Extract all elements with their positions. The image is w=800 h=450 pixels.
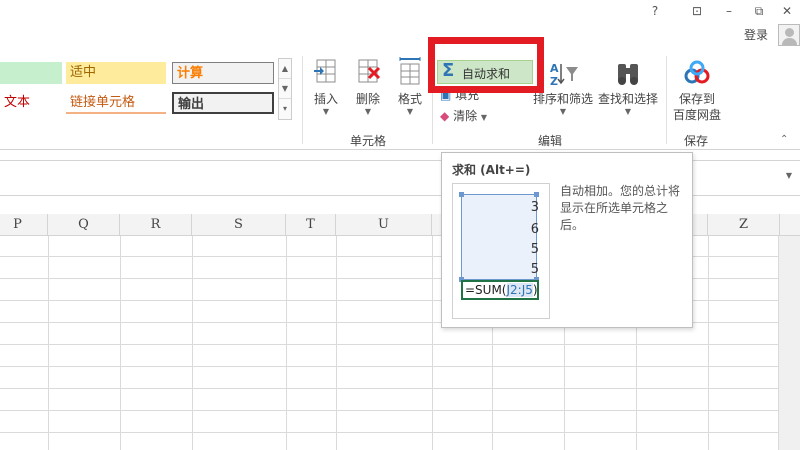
insert-cells-icon <box>314 59 336 83</box>
grid-line <box>120 236 121 450</box>
tooltip-title: 求和 (Alt+=) <box>452 163 531 177</box>
chevron-down-icon: ▼ <box>322 107 330 116</box>
style-linked-cell[interactable]: 链接单元格 <box>66 92 166 114</box>
sort-filter-icon: A Z <box>550 62 578 88</box>
collapse-ribbon-icon[interactable]: ⌃ <box>780 134 788 145</box>
save-to-baidu-label-line2: 百度网盘 <box>672 108 721 122</box>
column-header[interactable]: U <box>336 214 432 236</box>
grid-line <box>48 236 49 450</box>
baidu-cloud-icon <box>684 60 710 84</box>
group-divider <box>302 56 303 144</box>
title-bar: ? ⊡ – ⧉ ✕ <box>0 0 800 24</box>
tooltip-description: 自动相加。您的总计将显示在所选单元格之后。 <box>560 184 681 232</box>
expand-formula-bar-icon[interactable]: ▼ <box>786 171 792 180</box>
restore-button[interactable]: ⧉ <box>748 2 770 20</box>
clear-label: 清除 <box>453 109 478 123</box>
column-header[interactable]: P <box>0 214 48 236</box>
grid-line <box>192 236 193 450</box>
autosum-tooltip: 求和 (Alt+=) 自动相加。您的总计将显示在所选单元格之后。 3 6 5 5… <box>441 152 693 328</box>
column-header[interactable]: Z <box>708 214 780 236</box>
grid-line <box>708 236 709 450</box>
login-link[interactable]: 登录 <box>744 26 768 43</box>
formula-prefix: =SUM( <box>465 283 507 297</box>
preview-value: 6 <box>530 222 539 237</box>
help-button[interactable]: ? <box>644 2 666 20</box>
format-button[interactable]: 格式 ▼ <box>392 56 428 117</box>
column-header[interactable]: Q <box>48 214 120 236</box>
close-button[interactable]: ✕ <box>776 2 798 20</box>
preview-value: 5 <box>530 242 539 257</box>
svg-text:A: A <box>550 62 559 75</box>
grid-line <box>0 366 800 367</box>
excel-window: ? ⊡ – ⧉ ✕ 登录 适中 计算 文本 链接单元格 输出 ▲ ▼ ▾ 插入 … <box>0 0 800 450</box>
column-header[interactable]: T <box>286 214 336 236</box>
column-header[interactable]: S <box>192 214 286 236</box>
style-neutral[interactable]: 适中 <box>66 62 166 84</box>
find-select-label: 查找和选择 <box>597 92 658 106</box>
selection-handle <box>534 192 539 197</box>
formula-suffix: ) <box>532 283 538 297</box>
format-cells-icon <box>399 57 421 85</box>
selection-handle <box>459 192 464 197</box>
gallery-scroll-up-button[interactable]: ▲ <box>279 59 291 79</box>
editing-group-label: 编辑 <box>538 134 563 148</box>
chevron-down-icon: ▼ <box>480 113 488 122</box>
grid-line <box>286 236 287 450</box>
chevron-down-icon: ▼ <box>364 107 372 116</box>
cells-group-label: 单元格 <box>350 134 387 148</box>
preview-formula-cell: =SUM(J2:J5) <box>461 280 539 300</box>
style-good[interactable] <box>0 62 62 84</box>
eraser-icon: ◆ <box>440 109 450 123</box>
gallery-scroll-down-button[interactable]: ▼ <box>279 79 291 99</box>
preview-value: 3 <box>530 200 539 215</box>
find-select-button[interactable]: 查找和选择 ▼ <box>596 60 660 117</box>
format-label: 格式 <box>397 92 422 106</box>
chevron-down-icon: ▼ <box>406 107 414 116</box>
grid-line <box>0 410 800 411</box>
formula-range-ref: J2:J5 <box>506 283 533 297</box>
insert-button[interactable]: 插入 ▼ <box>308 56 344 117</box>
delete-label: 删除 <box>355 92 380 106</box>
grid-line <box>432 236 433 450</box>
sort-filter-label: 排序和筛选 <box>532 92 593 106</box>
save-group-label: 保存 <box>684 134 709 148</box>
save-to-baidu-label-line1: 保存到 <box>678 92 715 106</box>
chevron-down-icon: ▼ <box>624 107 632 116</box>
delete-button[interactable]: 删除 ▼ <box>350 56 386 117</box>
grid-line <box>0 388 800 389</box>
autosum-highlight-box <box>428 37 544 93</box>
style-explanatory-text[interactable]: 文本 <box>0 92 62 114</box>
delete-cells-icon <box>358 59 381 83</box>
insert-label: 插入 <box>313 92 338 106</box>
column-header[interactable]: R <box>120 214 192 236</box>
chevron-down-icon: ▼ <box>559 107 567 116</box>
styles-gallery-scroll: ▲ ▼ ▾ <box>278 58 292 120</box>
avatar[interactable] <box>778 24 800 46</box>
grid-line <box>0 344 800 345</box>
group-divider <box>666 56 667 144</box>
preview-value: 5 <box>530 262 539 277</box>
save-to-baidu-button[interactable]: 保存到 百度网盘 <box>670 60 724 123</box>
style-output[interactable]: 输出 <box>172 92 274 114</box>
grid-line <box>0 432 800 433</box>
gallery-more-button[interactable]: ▾ <box>279 99 291 119</box>
clear-button[interactable]: ◆ 清除 ▼ <box>440 107 487 127</box>
svg-text:Z: Z <box>550 75 558 88</box>
ribbon: 适中 计算 文本 链接单元格 输出 ▲ ▼ ▾ 插入 ▼ 删除 ▼ 格式 ▼ 单… <box>0 52 800 150</box>
minimize-button[interactable]: – <box>718 2 740 20</box>
ribbon-display-options-button[interactable]: ⊡ <box>686 2 708 20</box>
binoculars-icon <box>618 64 638 85</box>
style-calculation[interactable]: 计算 <box>172 62 274 84</box>
vertical-scrollbar[interactable] <box>778 236 800 450</box>
grid-line <box>336 236 337 450</box>
tooltip-preview: 3 6 5 5 =SUM(J2:J5) <box>452 183 550 319</box>
